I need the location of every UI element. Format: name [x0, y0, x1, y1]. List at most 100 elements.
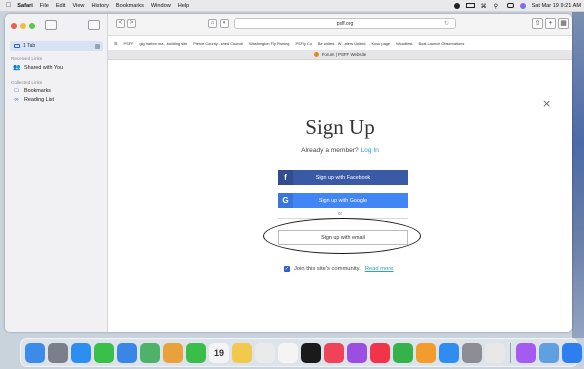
search-icon[interactable]: ⚲: [494, 3, 501, 10]
join-community-text: Join this site's community.: [294, 266, 361, 272]
favorite-link[interactable]: Washington Fly Fishing: [249, 41, 289, 46]
favorite-link[interactable]: Pierce County...shed Council: [193, 41, 243, 46]
minimize-window-button[interactable]: [20, 23, 26, 29]
favorite-link[interactable]: Koso page: [371, 41, 390, 46]
podcasts-icon[interactable]: [347, 342, 367, 363]
sidebar-tab-label: 1 Tab: [23, 43, 36, 49]
share-icon[interactable]: ⇧: [532, 18, 543, 29]
freeform-icon[interactable]: [278, 342, 298, 363]
google-signup-button[interactable]: G Sign up with Google: [278, 193, 408, 208]
tab-title: Forum | PSFF Website: [321, 52, 367, 57]
close-icon[interactable]: ×: [542, 97, 551, 110]
tab-overview-button[interactable]: [88, 20, 100, 30]
record-icon[interactable]: [453, 2, 460, 9]
menu-file[interactable]: File: [40, 3, 49, 9]
mail-icon[interactable]: [117, 342, 137, 363]
bookmark-icon: □: [14, 88, 19, 94]
browser-main: < > ⌂ ◐ psff.org ↻ ⇧ + ▦ ☰ PSFF gig harb…: [108, 14, 572, 332]
forward-button[interactable]: >: [127, 19, 136, 28]
facebook-signup-button[interactable]: f Sign up with Facebook: [278, 170, 408, 185]
favorite-link[interactable]: PSFF: [124, 41, 134, 46]
favorite-link[interactable]: gig harbor ma...building site: [139, 41, 187, 46]
numbers-icon[interactable]: [393, 342, 413, 363]
menu-edit[interactable]: Edit: [56, 3, 66, 9]
sidebar-tab-group[interactable]: 1 Tab: [10, 41, 103, 51]
back-button[interactable]: <: [116, 19, 125, 28]
page-content: × Sign Up Already a member? Log In f Sig…: [108, 61, 572, 332]
favorite-link[interactable]: Woodfest: [396, 41, 412, 46]
menu-bar:  Safari File Edit View History Bookmark…: [0, 0, 584, 12]
address-bar[interactable]: psff.org ↻: [234, 18, 456, 29]
tv-icon[interactable]: [301, 342, 321, 363]
sidebar-toggle-button[interactable]: [45, 20, 57, 30]
favorites-bar: ☰ PSFF gig harbor ma...building site Pie…: [108, 38, 572, 48]
messages-icon[interactable]: [94, 342, 114, 363]
music-icon[interactable]: [324, 342, 344, 363]
menu-clock[interactable]: Sat Mar 19 9:21 AM: [532, 3, 581, 9]
tab-bar[interactable]: Forum | PSFF Website: [108, 50, 572, 60]
settings-icon[interactable]: [462, 342, 482, 363]
menu-view[interactable]: View: [72, 3, 84, 9]
dock-separator: [510, 342, 511, 363]
messenger-icon[interactable]: [516, 342, 536, 363]
sidebar-item-label: Shared with You: [24, 64, 63, 71]
tab-group-icon: [95, 43, 100, 49]
sidebar-icon[interactable]: ☰: [114, 41, 118, 46]
zoom-icon[interactable]: [562, 342, 582, 363]
menu-history[interactable]: History: [91, 3, 108, 9]
reminders-icon[interactable]: [255, 342, 275, 363]
privacy-shield-icon[interactable]: ◐: [220, 19, 229, 28]
desktop-background: [572, 12, 584, 338]
facetime-icon[interactable]: [186, 342, 206, 363]
join-community-row: ✓ Join this site's community. Read more: [284, 266, 393, 272]
favorite-link[interactable]: Boat Launch Observations: [418, 41, 464, 46]
page-title: Sign Up: [305, 115, 375, 139]
menu-window[interactable]: Window: [151, 3, 171, 9]
close-window-button[interactable]: [11, 23, 17, 29]
chrome-icon[interactable]: [485, 342, 505, 363]
sidebar: 1 Tab Received Links 👥 Shared with You C…: [5, 14, 108, 332]
join-community-checkbox[interactable]: ✓: [284, 266, 290, 272]
news-icon[interactable]: [370, 342, 390, 363]
battery-icon[interactable]: [465, 3, 475, 8]
control-center-icon[interactable]: [506, 3, 514, 8]
appstore-icon[interactable]: [439, 342, 459, 363]
apple-menu-icon[interactable]: : [6, 2, 11, 9]
window-controls: [11, 23, 35, 29]
finder-icon[interactable]: [25, 342, 45, 363]
facebook-signup-label: Sign up with Facebook: [315, 174, 371, 181]
tab-icon: [14, 44, 20, 48]
reload-icon[interactable]: ↻: [444, 20, 449, 27]
sidebar-item-bookmarks[interactable]: □ Bookmarks: [13, 88, 51, 94]
home-icon[interactable]: ⌂: [208, 19, 217, 28]
zoom-window-button[interactable]: [29, 23, 35, 29]
google-signup-label: Sign up with Google: [318, 197, 368, 204]
tab-overview-icon[interactable]: ▦: [558, 18, 569, 29]
favorite-link[interactable]: PSFly Co: [295, 41, 311, 46]
sidebar-item-label: Reading List: [24, 97, 54, 103]
notes-icon[interactable]: [232, 342, 252, 363]
favorite-link[interactable]: Be united - W...aters United: [318, 41, 366, 46]
safari-icon[interactable]: [71, 342, 91, 363]
menu-app-safari[interactable]: Safari: [17, 3, 33, 9]
preview-icon[interactable]: [539, 342, 559, 363]
menu-help[interactable]: Help: [178, 3, 190, 9]
wifi-icon[interactable]: ⌘: [481, 3, 488, 10]
sidebar-item-reading-list[interactable]: ∞ Reading List: [13, 97, 54, 103]
google-icon: G: [278, 193, 293, 208]
login-link[interactable]: Log In: [361, 147, 379, 154]
sidebar-item-shared-with-you[interactable]: 👥 Shared with You: [13, 64, 63, 72]
new-tab-button[interactable]: +: [545, 18, 556, 29]
received-links-heading: Received Links: [11, 56, 43, 61]
menu-bookmarks[interactable]: Bookmarks: [116, 3, 144, 9]
annotation-circle: [263, 218, 421, 254]
maps-icon[interactable]: [140, 342, 160, 363]
member-prompt: Already a member? Log In: [108, 147, 572, 154]
pages-icon[interactable]: [416, 342, 436, 363]
shared-people-icon: 👥: [13, 65, 21, 71]
launchpad-icon[interactable]: [48, 342, 68, 363]
siri-icon[interactable]: [519, 2, 526, 9]
photos-icon[interactable]: [163, 342, 183, 363]
calendar-icon[interactable]: 19: [209, 342, 229, 363]
read-more-link[interactable]: Read more: [365, 266, 394, 272]
